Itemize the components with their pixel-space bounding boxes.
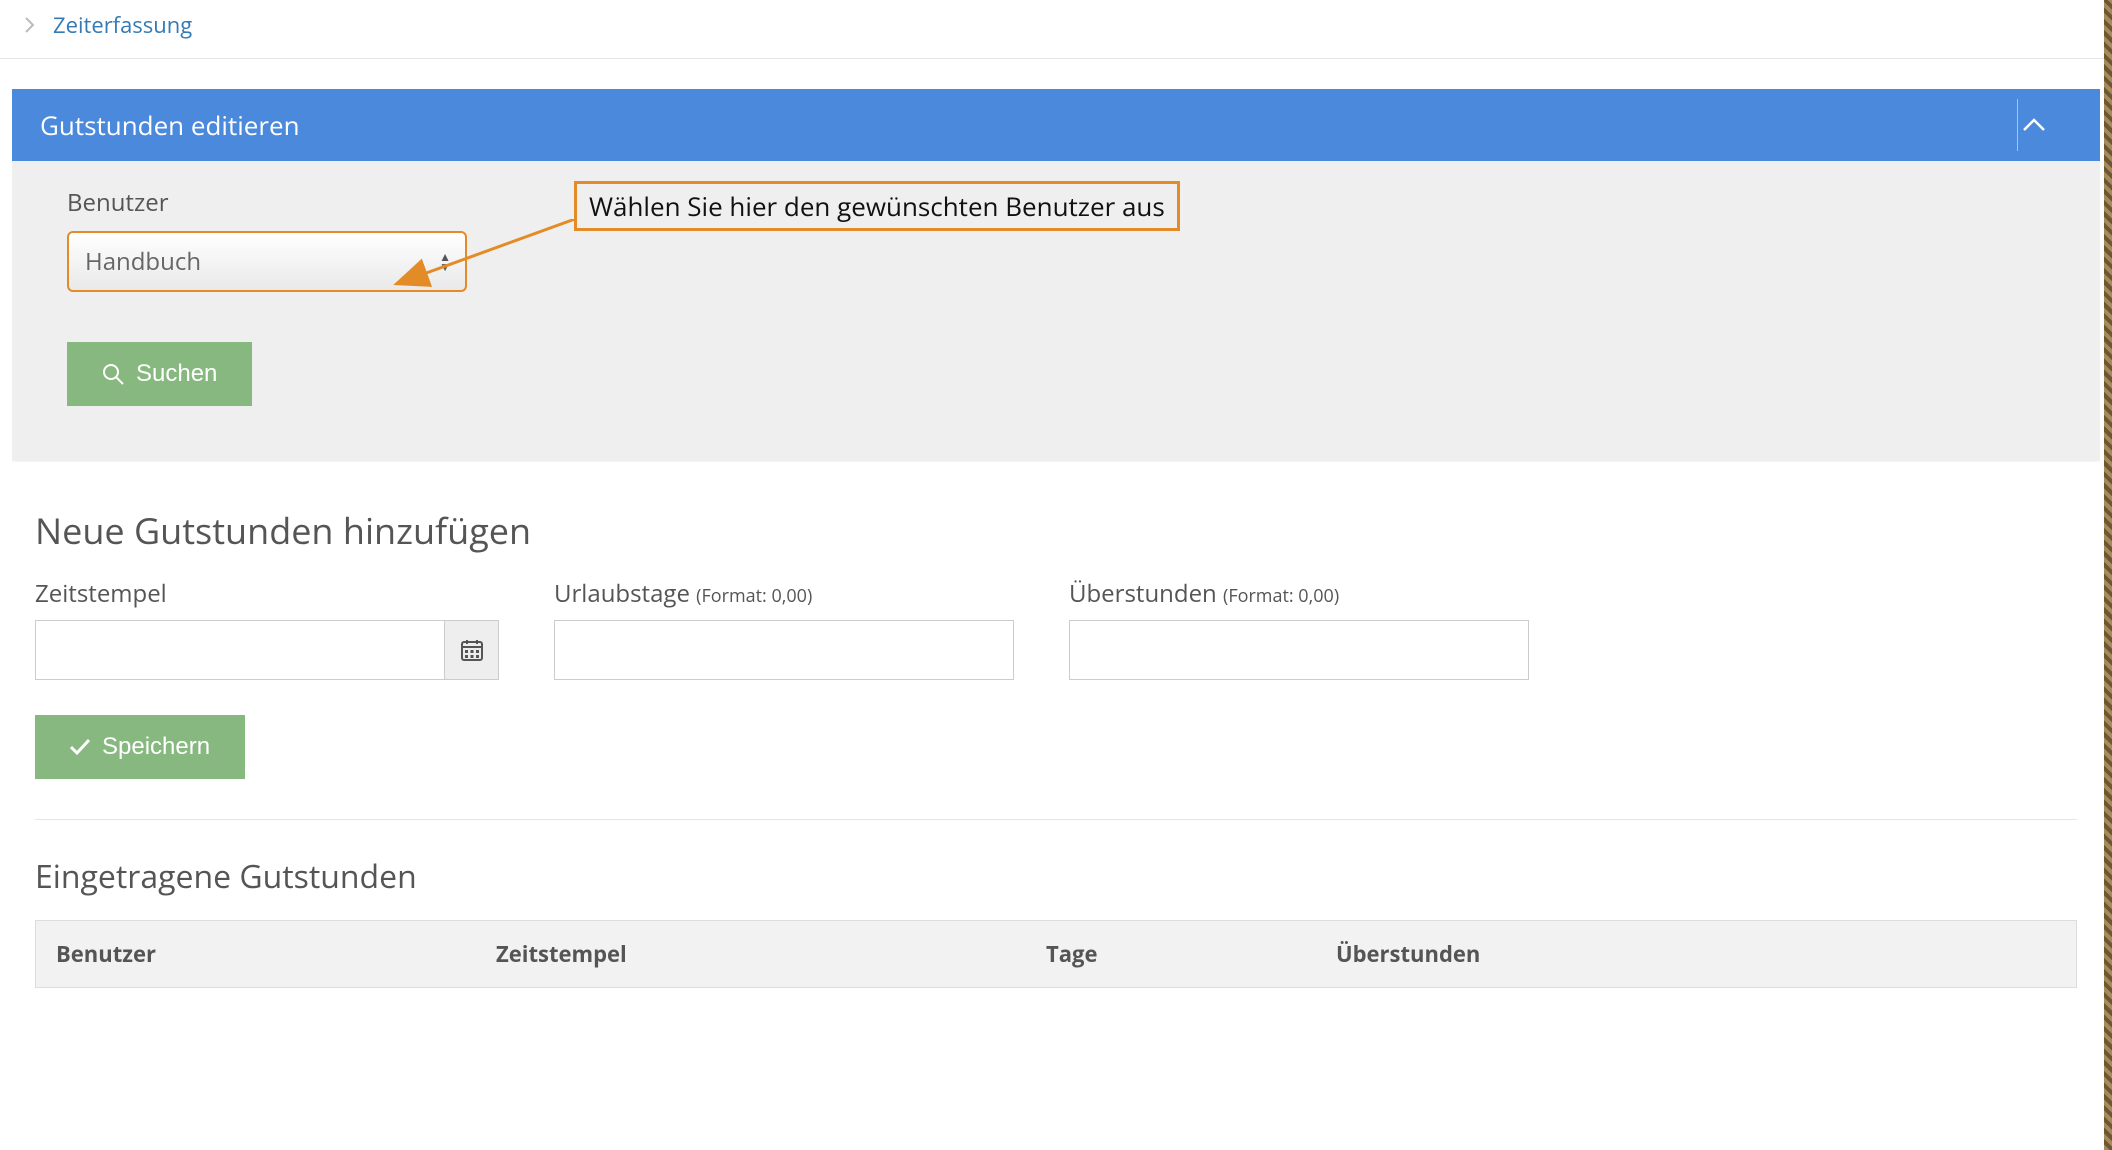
vacation-label-text: Urlaubstage: [554, 577, 690, 610]
timestamp-label: Zeitstempel: [35, 577, 499, 610]
panel-body: Benutzer Handbuch ▲▼ Wählen Sie hier den…: [12, 161, 2100, 461]
chevron-right-icon: [25, 17, 35, 33]
vacation-format-hint: (Format: 0,00): [696, 584, 812, 608]
callout-annotation: Wählen Sie hier den gewünschten Benutzer…: [574, 181, 1180, 231]
overtime-input[interactable]: [1069, 620, 1529, 680]
panel-collapse-toggle[interactable]: [2022, 118, 2072, 132]
panel-header: Gutstunden editieren: [12, 89, 2100, 161]
right-edge-decoration: [2104, 0, 2112, 1150]
col-user: Benutzer: [56, 939, 496, 969]
breadcrumb: Zeiterfassung: [0, 0, 2112, 59]
table-header-row: Benutzer Zeitstempel Tage Überstunden: [35, 920, 2077, 988]
check-icon: [70, 739, 90, 755]
overtime-format-hint: (Format: 0,00): [1223, 584, 1339, 608]
col-actions: [1836, 939, 2056, 969]
calendar-icon: [460, 638, 484, 662]
vacation-group: Urlaubstage (Format: 0,00): [554, 577, 1014, 680]
col-timestamp: Zeitstempel: [496, 939, 1046, 969]
col-overtime: Überstunden: [1336, 939, 1836, 969]
timestamp-input[interactable]: [35, 620, 445, 680]
search-button-label: Suchen: [136, 360, 217, 388]
overtime-group: Überstunden (Format: 0,00): [1069, 577, 1529, 680]
panel-title: Gutstunden editieren: [40, 107, 300, 143]
chevron-up-icon: [2022, 118, 2046, 132]
select-arrows-icon: ▲▼: [439, 252, 451, 272]
vacation-input[interactable]: [554, 620, 1014, 680]
add-gutstunden-section: Neue Gutstunden hinzufügen Zeitstempel: [35, 506, 2077, 779]
search-button[interactable]: Suchen: [67, 342, 252, 406]
breadcrumb-link-zeiterfassung[interactable]: Zeiterfassung: [53, 10, 192, 40]
vacation-label: Urlaubstage (Format: 0,00): [554, 577, 1014, 610]
search-icon: [102, 363, 124, 385]
list-section-title: Eingetragene Gutstunden: [35, 855, 2077, 898]
panel-gutstunden-editieren: Gutstunden editieren Benutzer Handbuch ▲…: [12, 89, 2100, 461]
datepicker-button[interactable]: [445, 620, 499, 680]
save-button[interactable]: Speichern: [35, 715, 245, 779]
timestamp-group: Zeitstempel: [35, 577, 499, 680]
add-section-title: Neue Gutstunden hinzufügen: [35, 506, 2077, 555]
col-days: Tage: [1046, 939, 1336, 969]
user-select[interactable]: Handbuch ▲▼: [67, 231, 467, 292]
overtime-label-text: Überstunden: [1069, 577, 1217, 610]
save-button-label: Speichern: [102, 733, 210, 761]
overtime-label: Überstunden (Format: 0,00): [1069, 577, 1529, 610]
list-section: Eingetragene Gutstunden Benutzer Zeitste…: [35, 855, 2077, 988]
user-select-value: Handbuch: [85, 245, 201, 278]
panel-header-divider: [2017, 99, 2018, 151]
section-divider: [35, 819, 2077, 820]
